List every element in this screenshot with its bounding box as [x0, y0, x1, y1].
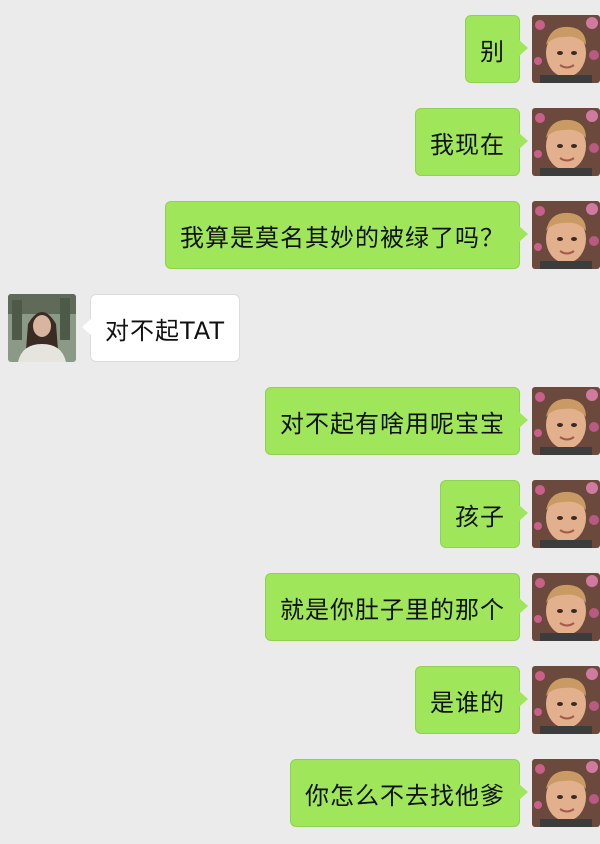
boy-avatar-icon[interactable] [532, 108, 600, 176]
boy-avatar-icon[interactable] [532, 666, 600, 734]
boy-avatar-icon[interactable] [532, 573, 600, 641]
sent-message-bubble[interactable]: 我现在 [415, 108, 528, 176]
message-row: 是谁的 [0, 666, 600, 734]
message-row: 对不起有啥用呢宝宝 [0, 387, 600, 455]
boy-avatar-icon[interactable] [532, 201, 600, 269]
chat-window: 别 我现在 我算是莫名其妙的被绿了吗？ 对不起TAT 对不起有啥用呢宝宝 孩子 … [0, 0, 600, 844]
message-row: 我算是莫名其妙的被绿了吗？ [0, 201, 600, 269]
sent-message-bubble[interactable]: 就是你肚子里的那个 [265, 573, 528, 641]
boy-avatar-icon[interactable] [532, 759, 600, 827]
sent-message-bubble[interactable]: 对不起有啥用呢宝宝 [265, 387, 528, 455]
message-row: 就是你肚子里的那个 [0, 573, 600, 641]
message-row: 对不起TAT [0, 294, 600, 362]
boy-avatar-icon[interactable] [532, 387, 600, 455]
received-message-bubble[interactable]: 对不起TAT [81, 294, 241, 362]
sent-message-bubble[interactable]: 是谁的 [415, 666, 528, 734]
sent-message-bubble[interactable]: 你怎么不去找他爹 [290, 759, 528, 827]
sent-message-bubble[interactable]: 我算是莫名其妙的被绿了吗？ [165, 201, 528, 269]
sent-message-bubble[interactable]: 孩子 [440, 480, 528, 548]
message-row: 我现在 [0, 108, 600, 176]
girl-avatar-icon[interactable] [8, 294, 76, 362]
message-row: 孩子 [0, 480, 600, 548]
boy-avatar-icon[interactable] [532, 480, 600, 548]
sent-message-bubble[interactable]: 别 [465, 15, 528, 83]
message-row: 你怎么不去找他爹 [0, 759, 600, 827]
boy-avatar-icon[interactable] [532, 15, 600, 83]
message-row: 别 [0, 15, 600, 83]
